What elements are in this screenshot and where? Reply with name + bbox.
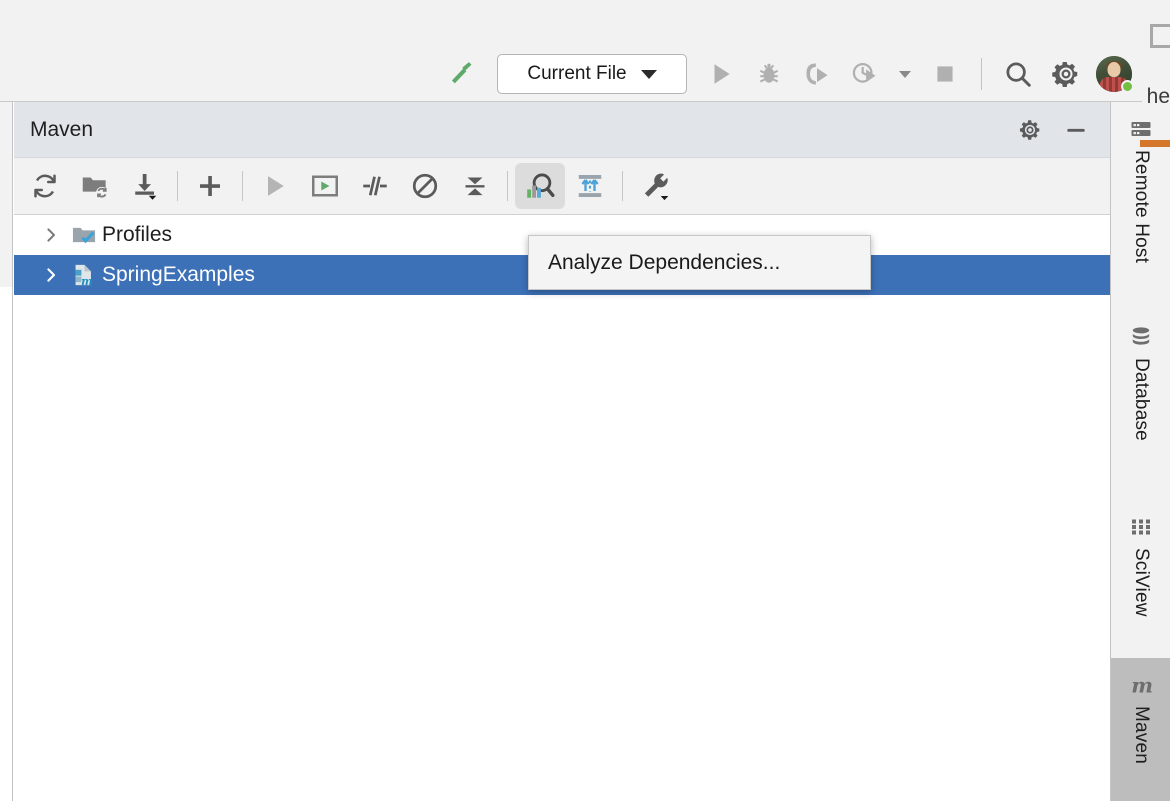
hammer-icon[interactable] — [439, 48, 487, 100]
database-icon — [1128, 324, 1154, 350]
maven-tool-window: Maven Profiles m SpringExamples — [0, 102, 1110, 801]
chevron-down-icon — [899, 70, 911, 78]
grid-icon — [1128, 514, 1154, 540]
sidebar-item-label: SciView — [1131, 548, 1152, 617]
maven-panel-header: Maven — [14, 102, 1110, 158]
run-window-icon[interactable] — [300, 163, 350, 209]
editor-peek-text: he — [1146, 85, 1170, 108]
download-sources-and-documentation-button[interactable] — [120, 163, 170, 209]
profiles-folder-icon — [66, 222, 102, 248]
chevron-right-icon[interactable] — [36, 226, 66, 244]
execute-maven-goal-button[interactable] — [250, 163, 300, 209]
svg-text:m: m — [81, 275, 92, 288]
avatar[interactable] — [1090, 48, 1138, 100]
sidebar-item-label: Database — [1131, 358, 1152, 441]
collapse-all-button[interactable] — [450, 163, 500, 209]
sidebar-item-database[interactable]: Database — [1111, 310, 1170, 500]
toolbar-separator — [177, 171, 178, 201]
sidebar-item-remote-host[interactable]: Remote Host — [1111, 102, 1170, 310]
sidebar-item-sciview[interactable]: SciView — [1111, 500, 1170, 658]
bug-icon[interactable] — [745, 48, 793, 100]
tooltip-analyze-dependencies: Analyze Dependencies... — [528, 235, 871, 290]
more-run-options-button[interactable] — [889, 48, 921, 100]
add-maven-projects-button[interactable] — [70, 163, 120, 209]
server-icon — [1128, 116, 1154, 142]
ide-window: Current File Maven Profiles m SpringExam… — [0, 0, 1170, 801]
skip-tests-icon[interactable] — [350, 163, 400, 209]
sidebar-item-label: Remote Host — [1131, 150, 1152, 264]
run-configuration-label: Current File — [527, 63, 627, 84]
toolbar-separator — [242, 171, 243, 201]
stop-square-icon[interactable] — [921, 48, 969, 100]
editor-error-stripe — [1140, 140, 1170, 147]
reload-all-maven-projects-button[interactable] — [20, 163, 70, 209]
tool-window-left-strip-bottom — [0, 287, 13, 801]
maven-settings-button[interactable] — [1010, 110, 1050, 150]
toolbar-separator — [622, 171, 623, 201]
maven-module-icon: m — [66, 262, 102, 288]
maven-toolbar — [14, 158, 1110, 215]
show-dependencies-button[interactable] — [565, 163, 615, 209]
maven-m-icon: m — [1128, 672, 1154, 698]
main-toolbar-controls: Current File — [439, 48, 1138, 100]
chevron-down-icon — [640, 69, 657, 79]
panel-header-actions — [1010, 110, 1110, 150]
status-badge — [1121, 80, 1134, 93]
main-toolbar: Current File — [0, 0, 1170, 102]
tooltip-text: Analyze Dependencies... — [548, 250, 781, 274]
gear-icon[interactable] — [1042, 48, 1090, 100]
profiler-icon[interactable] — [841, 48, 889, 100]
maven-tools-button[interactable] — [630, 163, 680, 209]
toolbar-separator — [507, 171, 508, 201]
offline-icon[interactable] — [400, 163, 450, 209]
page-title: Maven — [30, 117, 94, 141]
chevron-right-icon[interactable] — [36, 266, 66, 284]
search-icon[interactable] — [994, 48, 1042, 100]
right-tool-window-bar: Remote Host Database SciView m Maven — [1110, 102, 1170, 801]
tree-item-label: Profiles — [102, 223, 173, 246]
run-button[interactable] — [697, 48, 745, 100]
svg-text:m: m — [1131, 674, 1153, 698]
toolbar-divider — [981, 58, 982, 90]
maven-projects-tree: Profiles m SpringExamples — [14, 215, 1110, 801]
add-run-configuration-button[interactable] — [185, 163, 235, 209]
sidebar-item-label: Maven — [1131, 706, 1152, 765]
sidebar-item-maven[interactable]: m Maven — [1111, 658, 1170, 801]
run-configuration-selector[interactable]: Current File — [497, 54, 687, 94]
coverage-icon[interactable] — [793, 48, 841, 100]
hide-tool-window-button[interactable] — [1056, 110, 1096, 150]
analyze-dependencies-button[interactable] — [515, 163, 565, 209]
tree-item-label: SpringExamples — [102, 263, 255, 286]
tool-window-left-strip-top — [0, 102, 13, 287]
